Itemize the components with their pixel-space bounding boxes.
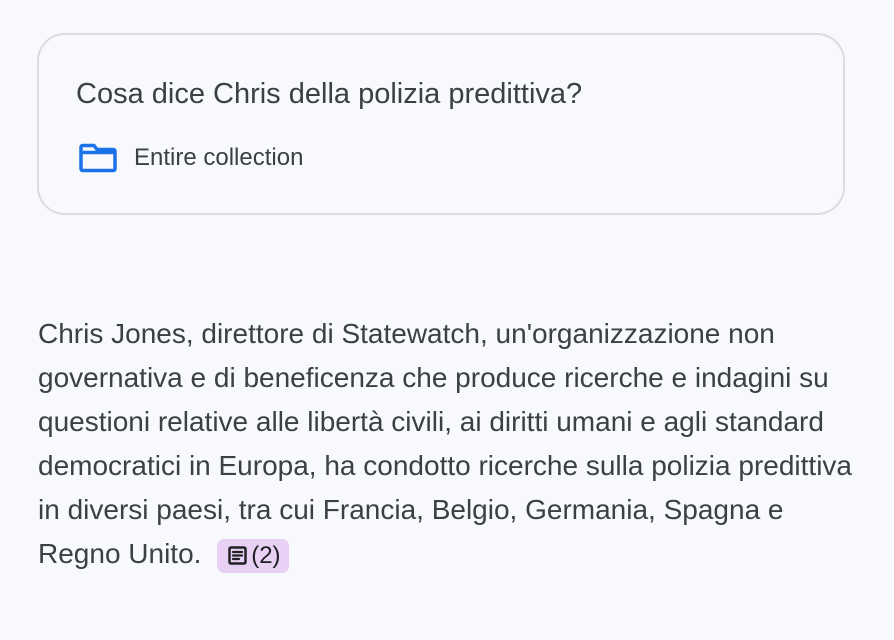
scope-label: Entire collection (134, 144, 304, 171)
answer-text: Chris Jones, direttore di Statewatch, un… (38, 318, 852, 569)
citation-chip[interactable]: (2) (217, 538, 289, 573)
document-icon (228, 546, 247, 565)
query-card: Cosa dice Chris della polizia predittiva… (37, 33, 845, 215)
citation-count: (2) (251, 541, 281, 569)
folder-icon (79, 143, 117, 173)
page: Cosa dice Chris della polizia predittiva… (0, 0, 894, 640)
scope-selector[interactable]: Entire collection (79, 143, 303, 173)
answer-text-block: Chris Jones, direttore di Statewatch, un… (38, 312, 858, 576)
query-title: Cosa dice Chris della polizia predittiva… (76, 78, 583, 110)
